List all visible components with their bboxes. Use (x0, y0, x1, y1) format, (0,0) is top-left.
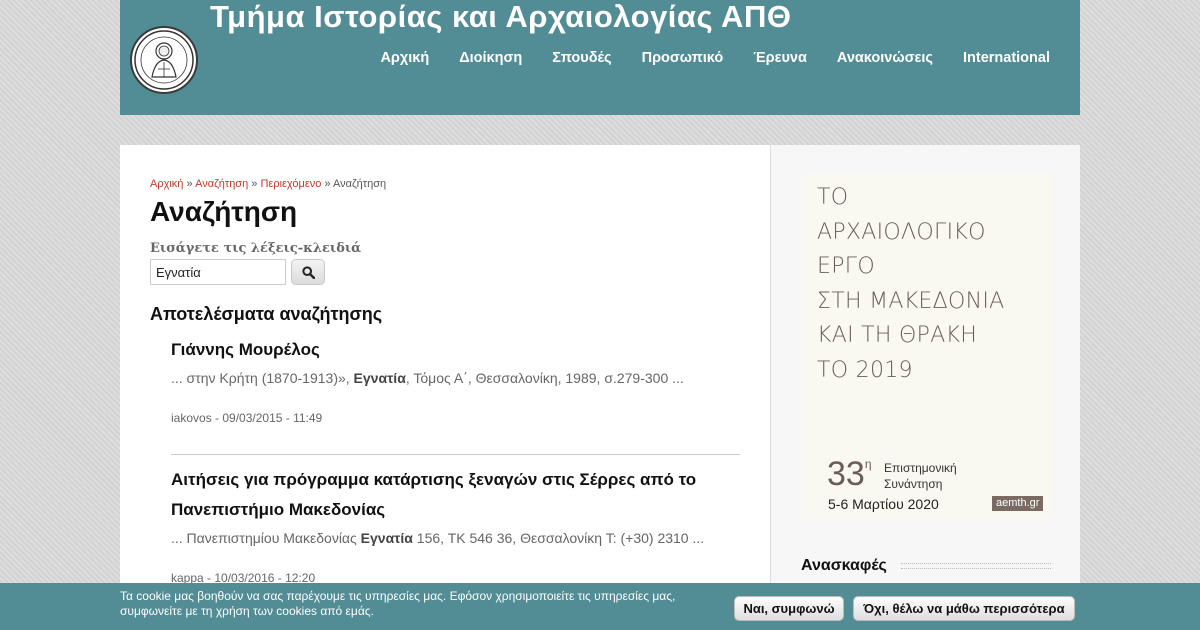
snippet-match: Εγνατία (360, 530, 413, 546)
breadcrumb-separator: » (324, 178, 331, 190)
nav-home[interactable]: Αρχική (380, 50, 429, 66)
search-input[interactable] (150, 259, 286, 285)
poster-line: ΑΡΧΑΙΟΛΟΓΙΚΟ (817, 219, 986, 245)
snippet-text: ... Πανεπιστημίου Μακεδονίας (171, 530, 361, 546)
cookie-banner: Τα cookie μας βοηθούν να σας παρέχουμε τ… (0, 583, 1200, 630)
poster-event-name: Επιστημονική Συνάντηση (884, 460, 974, 492)
list-item: Αιτήσεις για πρόγραμμα κατάρτισης ξεναγώ… (171, 465, 740, 585)
breadcrumb-search[interactable]: Αναζήτηση (195, 178, 248, 190)
nav-staff[interactable]: Προσωπικό (642, 50, 724, 66)
result-snippet: ... στην Κρήτη (1870-1913)», Εγνατία, Τό… (171, 369, 740, 387)
nav-studies[interactable]: Σπουδές (552, 50, 611, 66)
poster-line: ΣΤΗ ΜΑΚΕΔΟΝΙΑ (817, 288, 1005, 314)
poster-line: ΕΡΓΟ (817, 254, 875, 279)
sidebar-heading-text: Ανασκαφές (801, 557, 887, 574)
site-title[interactable]: Τμήμα Ιστορίας και Αρχαιολογίας ΑΠΘ (210, 0, 791, 35)
result-title-link[interactable]: Γιάννης Μουρέλος (171, 335, 740, 365)
main-content: Αρχική » Αναζήτηση » Περιεχόμενο » Αναζή… (120, 145, 770, 630)
result-snippet: ... Πανεπιστημίου Μακεδονίας Εγνατία 156… (171, 529, 740, 547)
breadcrumb-separator: » (251, 178, 258, 190)
breadcrumb-home[interactable]: Αρχική (150, 178, 183, 190)
result-meta: iakovos - 09/03/2015 - 11:49 (171, 411, 323, 425)
results-list: Γιάννης Μουρέλος ... στην Κρήτη (1870-19… (171, 335, 740, 585)
poster-line: ΤΟ (817, 185, 849, 210)
snippet-match: Εγνατία (353, 370, 406, 386)
search-form (150, 259, 740, 285)
poster-edition-number: 33η (827, 455, 872, 494)
cookie-more-info-button[interactable]: Όχι, θέλω να μάθω περισσότερα (853, 596, 1075, 621)
snippet-text: 156, ΤΚ 546 36, Θεσσαλονίκη Τ: (+30) 231… (412, 530, 705, 546)
results-heading: Αποτελέσματα αναζήτησης (150, 304, 383, 324)
nav-announcements[interactable]: Ανακοινώσεις (837, 50, 933, 66)
nav-international[interactable]: International (963, 50, 1050, 66)
poster-dates: 5-6 Μαρτίου 2020 (828, 496, 939, 512)
magnifier-icon (301, 265, 315, 279)
poster-title: ΤΟ ΑΡΧΑΙΟΛΟΓΙΚΟ ΕΡΓΟ ΣΤΗ ΜΑΚΕΔΟΝΙΑ ΚΑΙ Τ… (817, 181, 1005, 388)
sidebar: ΤΟ ΑΡΧΑΙΟΛΟΓΙΚΟ ΕΡΓΟ ΣΤΗ ΜΑΚΕΔΟΝΙΑ ΚΑΙ Τ… (770, 145, 1080, 630)
event-name: Επιστημονική Συνάντηση (884, 461, 957, 491)
snippet-text: ... στην Κρήτη (1870-1913)», (171, 370, 354, 386)
cookie-text: Τα cookie μας βοηθούν να σας παρέχουμε τ… (120, 589, 676, 618)
edition-superscript: η (864, 457, 872, 471)
search-label: Εισάγετε τις λέξεις-κλειδιά (150, 241, 362, 256)
event-poster-banner[interactable]: ΤΟ ΑΡΧΑΙΟΛΟΓΙΚΟ ΕΡΓΟ ΣΤΗ ΜΑΚΕΔΟΝΙΑ ΚΑΙ Τ… (801, 173, 1051, 518)
breadcrumb-current: Αναζήτηση (333, 178, 387, 190)
result-divider (171, 454, 740, 455)
poster-website: aemth.gr (992, 496, 1044, 511)
edition-number: 33 (827, 455, 865, 493)
heading-rule (900, 563, 1051, 569)
nav-administration[interactable]: Διοίκηση (459, 50, 522, 66)
main-nav: Αρχική Διοίκηση Σπουδές Προσωπικό Έρευνα… (380, 50, 1050, 66)
seal-icon (134, 30, 194, 90)
list-item: Γιάννης Μουρέλος ... στην Κρήτη (1870-19… (171, 335, 740, 425)
breadcrumb-separator: » (186, 178, 193, 190)
result-title-link[interactable]: Αιτήσεις για πρόγραμμα κατάρτισης ξεναγώ… (171, 465, 740, 525)
breadcrumb: Αρχική » Αναζήτηση » Περιεχόμενο » Αναζή… (150, 178, 740, 190)
page-title: Αναζήτηση (150, 196, 298, 227)
nav-research[interactable]: Έρευνα (753, 50, 807, 66)
poster-line: ΚΑΙ ΤΗ ΘΡΑΚΗ (817, 323, 978, 348)
cookie-accept-button[interactable]: Ναι, συμφωνώ (734, 596, 844, 621)
poster-line: ΤΟ 2019 (817, 357, 913, 383)
snippet-text: , Τόμος Α΄, Θεσσαλονίκη, 1989, σ.279-300… (405, 370, 684, 386)
sidebar-heading-excavations: Ανασκαφές (801, 557, 1051, 575)
site-header: Τμήμα Ιστορίας και Αρχαιολογίας ΑΠΘ Αρχι… (120, 0, 1080, 115)
search-button[interactable] (291, 259, 325, 285)
university-seal-logo[interactable] (130, 26, 198, 94)
breadcrumb-content[interactable]: Περιεχόμενο (260, 178, 321, 190)
